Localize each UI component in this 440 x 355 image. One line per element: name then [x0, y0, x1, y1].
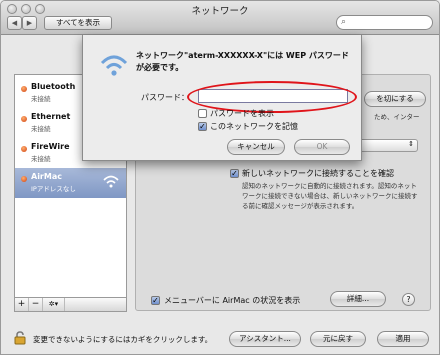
- magnifier-icon: ⌕: [341, 17, 347, 27]
- sidebar-item-name: Ethernet: [31, 112, 71, 121]
- help-button[interactable]: ?: [402, 293, 415, 306]
- advanced-button[interactable]: 詳細...: [330, 291, 386, 307]
- lock-message: 変更できないようにするにはカギをクリックします。: [33, 335, 213, 344]
- sidebar-toolbar: + − ✲▾: [14, 297, 127, 312]
- sidebar-item-status: 未接続: [31, 125, 51, 133]
- sidebar-item-name: Bluetooth: [31, 82, 76, 91]
- forward-button[interactable]: ▶: [22, 16, 37, 30]
- remember-network-checkbox[interactable]: ✓: [198, 122, 207, 131]
- show-status-label: メニューバーに AirMac の状況を表示: [164, 296, 301, 305]
- cancel-button[interactable]: キャンセル: [227, 139, 285, 155]
- remove-service-button[interactable]: −: [29, 298, 43, 311]
- title-bar: ネットワーク ◀ ▶ すべてを表示 ⌕: [1, 1, 439, 35]
- show-status-checkbox[interactable]: ✓: [151, 296, 160, 305]
- panel-status-text: ため、インター: [374, 113, 420, 121]
- password-label: パスワード：: [141, 93, 189, 102]
- wep-password-sheet: ネットワーク"aterm-XXXXXX-X"には WEP パスワードが必要です。…: [82, 35, 362, 161]
- remember-network-label: このネットワークを記憶: [210, 122, 298, 131]
- status-dot-icon: [21, 86, 27, 92]
- search-field[interactable]: ⌕: [336, 15, 433, 30]
- ask-new-network-checkbox[interactable]: ✓: [230, 169, 239, 178]
- show-password-checkbox[interactable]: [198, 109, 207, 118]
- sidebar-item-status: 未接続: [31, 95, 51, 103]
- revert-button[interactable]: 元に戻す: [310, 331, 366, 347]
- gear-menu-button[interactable]: ✲▾: [43, 298, 65, 311]
- ask-new-network-label: 新しいネットワークに接続することを確認: [242, 169, 394, 178]
- network-preferences-window: ネットワーク ◀ ▶ すべてを表示 ⌕ Bluetooth 未接続 Ethern…: [0, 0, 440, 355]
- assistant-button[interactable]: アシスタント...: [229, 331, 301, 347]
- apply-button[interactable]: 適用: [377, 331, 429, 347]
- status-dot-icon: [21, 176, 27, 182]
- ok-button[interactable]: OK: [294, 139, 350, 155]
- sidebar-item-name: AirMac: [31, 172, 62, 181]
- wifi-icon: [103, 175, 119, 188]
- add-service-button[interactable]: +: [15, 298, 29, 311]
- sidebar-item-status: IPアドレスなし: [31, 185, 76, 193]
- turn-off-airmac-button[interactable]: を切にする: [364, 91, 426, 107]
- dialog-message: ネットワーク"aterm-XXXXXX-X"には WEP パスワードが必要です。: [136, 51, 349, 72]
- status-dot-icon: [21, 116, 27, 122]
- sidebar-item-airmac[interactable]: AirMac IPアドレスなし: [15, 168, 126, 198]
- sidebar-item-name: FireWire: [31, 142, 70, 151]
- airmac-signal-icon: [100, 55, 128, 76]
- back-button[interactable]: ◀: [7, 16, 22, 30]
- status-dot-icon: [21, 146, 27, 152]
- lock-icon[interactable]: [13, 331, 27, 345]
- sidebar-item-status: 未接続: [31, 155, 51, 163]
- show-password-label: パスワードを表示: [210, 109, 274, 118]
- show-all-button[interactable]: すべてを表示: [44, 16, 112, 30]
- network-popup[interactable]: ⇕: [358, 139, 418, 152]
- ask-new-network-description: 認知のネットワークに自動的に接続されます。認知のネットワークに接続できない場合は…: [242, 182, 418, 210]
- popup-arrows-icon: ⇕: [408, 140, 414, 148]
